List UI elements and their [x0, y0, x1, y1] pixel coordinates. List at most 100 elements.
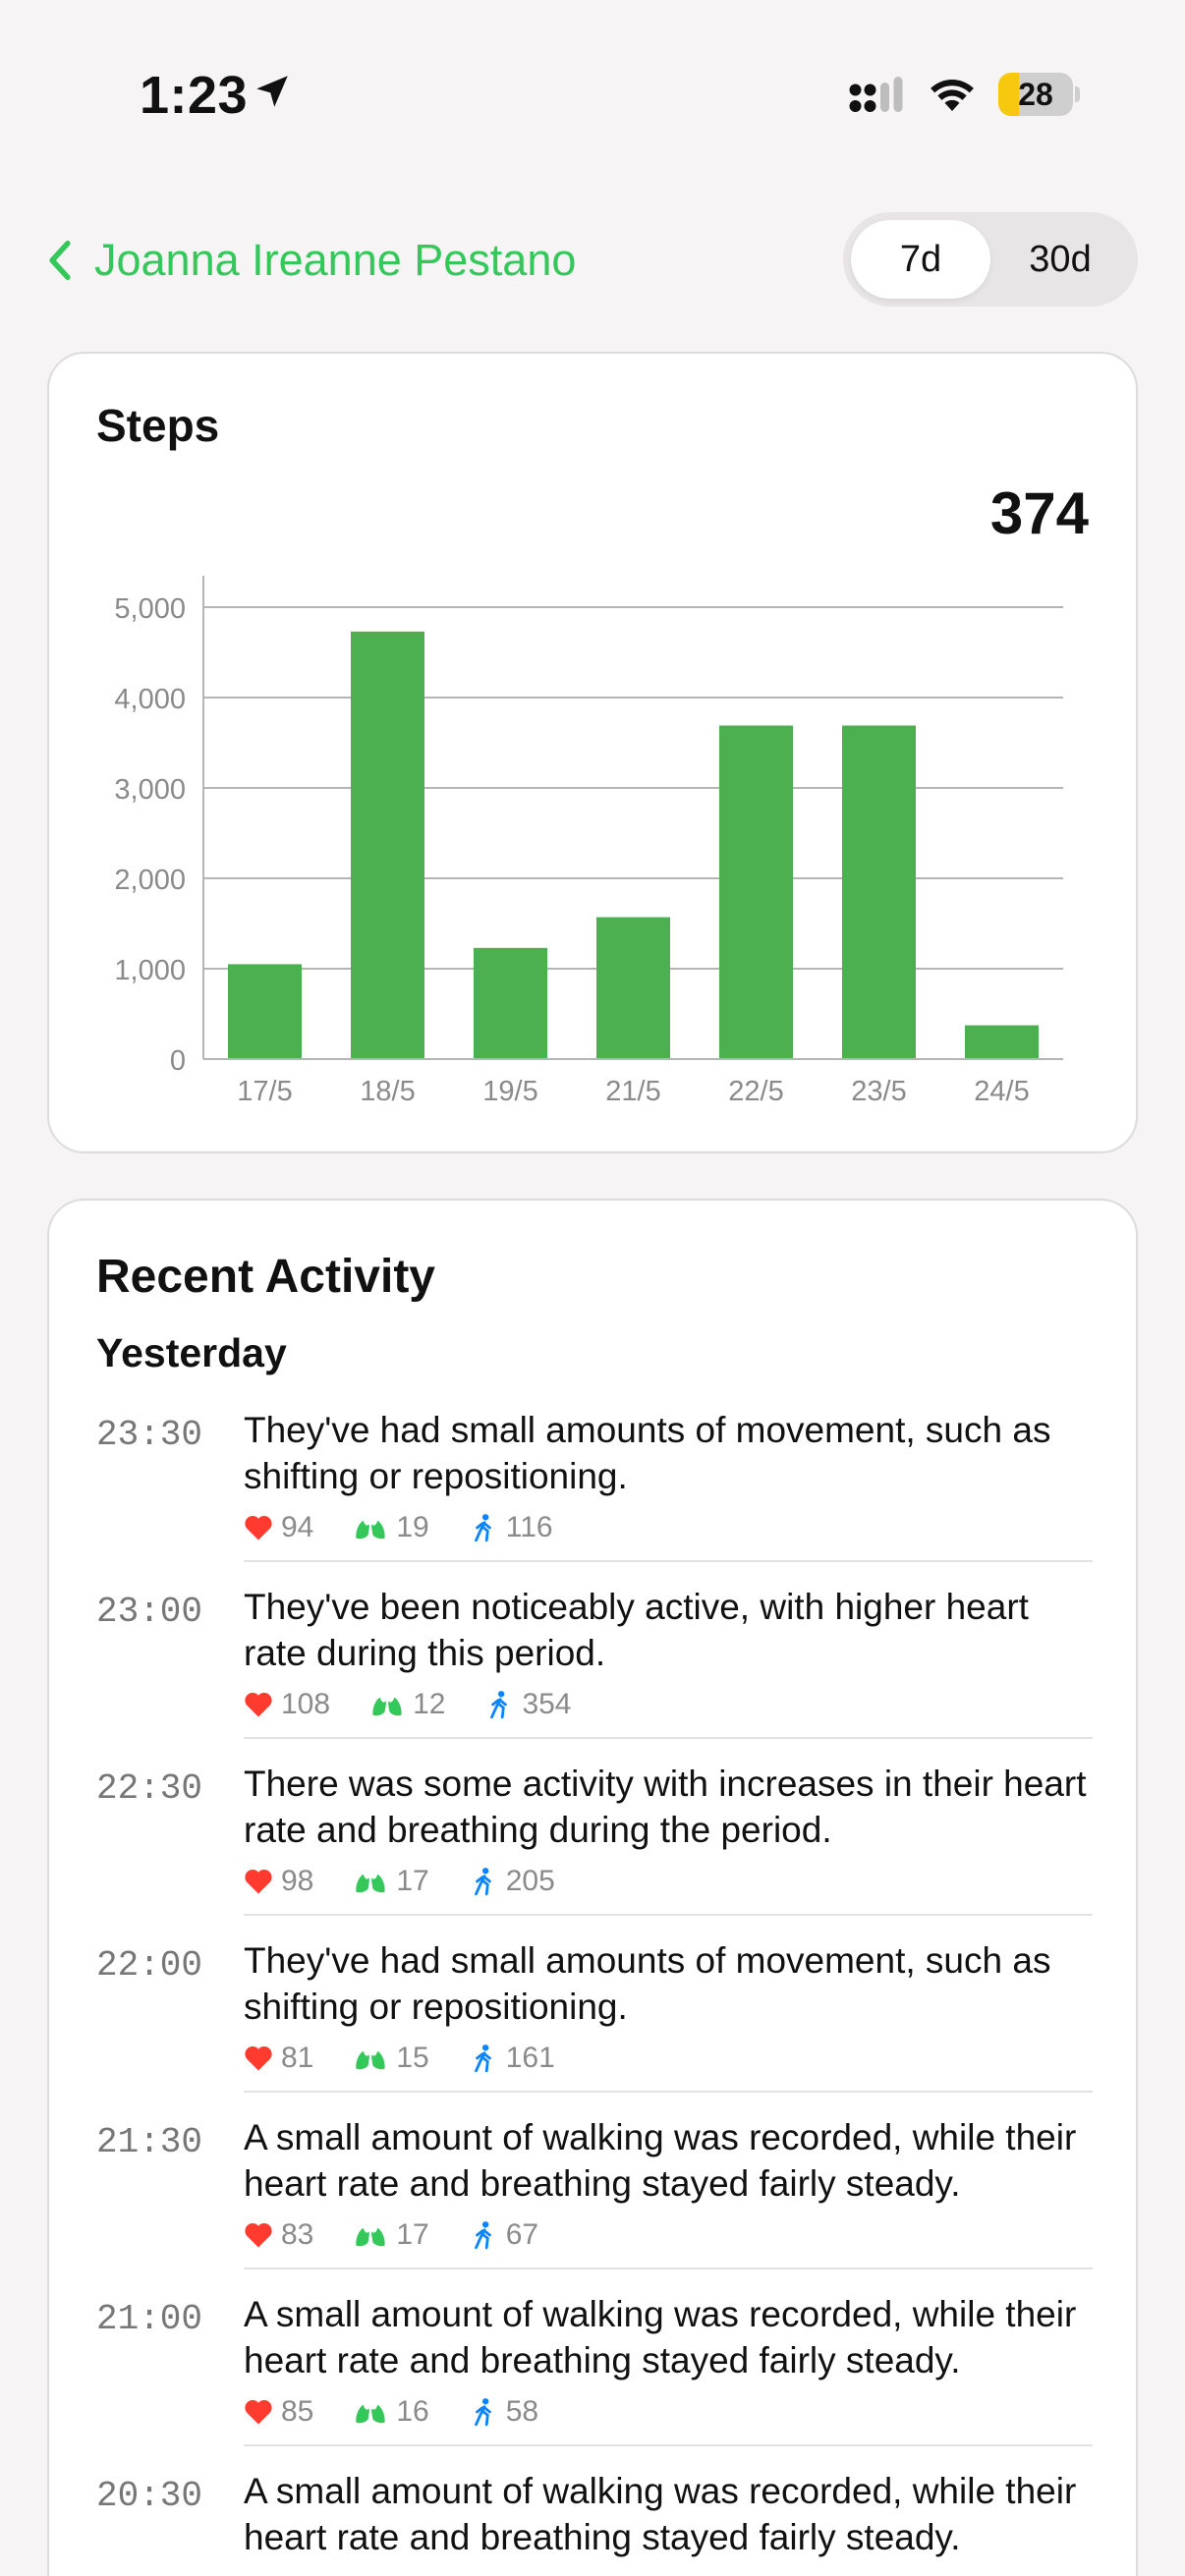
x-tick-label: 24/5: [974, 1076, 1029, 1107]
entry-body: They've been noticeably active, with hig…: [244, 1584, 1093, 1739]
bar-23-5: [842, 725, 916, 1059]
heart-rate-metric: 94: [244, 1511, 313, 1544]
entry-time: 20:30: [96, 2476, 203, 2516]
heart-rate-metric: 81: [244, 2042, 313, 2075]
entry-time: 21:30: [96, 2122, 203, 2162]
segment-7d[interactable]: 7d: [851, 220, 990, 299]
battery-percent: 28: [1018, 77, 1053, 112]
entry-description: They've had small amounts of movement, s…: [244, 1940, 1051, 2027]
heart-icon: [245, 2046, 272, 2071]
lungs-icon: [356, 2223, 386, 2247]
walking-icon: [474, 1514, 491, 1542]
activity-entry: 22:00 They've had small amounts of moveme…: [96, 1937, 1093, 2114]
cellular-signal-icon: [849, 77, 903, 112]
heart-icon: [245, 1870, 272, 1894]
steps-value: 67: [505, 2218, 539, 2251]
entry-description: A small amount of walking was recorded, …: [244, 2294, 1077, 2380]
breathing-rate-value: 17: [396, 1865, 429, 1897]
heart-icon: [245, 1516, 272, 1540]
breathing-rate-metric: 15: [353, 2042, 429, 2075]
x-tick-label: 21/5: [605, 1076, 660, 1107]
y-tick-label: 4,000: [114, 684, 186, 715]
steps-card: Steps 374 0 1,000 2,000 3,000 4,000 5,000 17/5…: [47, 352, 1138, 1153]
entry-metrics: 83 17 67: [244, 2218, 1093, 2252]
entry-body: A small amount of walking was recorded, …: [244, 2114, 1093, 2269]
steps-metric: 354: [484, 1688, 572, 1721]
entry-description: They've been noticeably active, with hig…: [244, 1587, 1029, 1673]
lungs-icon: [356, 1870, 386, 1893]
activity-entry: 21:00 A small amount of walking was recor…: [96, 2291, 1093, 2468]
heart-rate-metric: 83: [244, 2218, 313, 2252]
entry-body: They've had small amounts of movement, s…: [244, 1407, 1093, 1562]
activity-entry: 22:30 There was some activity with increa…: [96, 1761, 1093, 1937]
breathing-rate-metric: 19: [353, 1511, 429, 1544]
chevron-left-icon: [49, 240, 71, 281]
entry-time: 23:00: [96, 1592, 203, 1632]
bar-18-5: [351, 631, 424, 1059]
steps-value: 58: [505, 2395, 539, 2428]
steps-value: 205: [505, 1865, 555, 1897]
range-segmented-control: 7d 30d: [843, 212, 1138, 307]
steps-metric: 205: [469, 1865, 555, 1898]
walking-icon: [474, 1868, 491, 1896]
heart-rate-value: 83: [281, 2218, 314, 2251]
entry-metrics: 108 12 354: [244, 1688, 1093, 1721]
entry-metrics: 85 16 58: [244, 2395, 1093, 2429]
entry-time: 21:00: [96, 2299, 203, 2339]
heart-rate-metric: 108: [244, 1688, 330, 1721]
x-tick-label: 17/5: [237, 1076, 292, 1107]
entry-time: 23:30: [96, 1415, 203, 1455]
activity-day-heading: Yesterday: [96, 1330, 287, 1375]
location-arrow-icon: [256, 76, 288, 107]
bar-17-5: [228, 964, 302, 1059]
activity-title: Recent Activity: [96, 1251, 435, 1303]
steps-value: 161: [505, 2042, 555, 2074]
y-tick-label: 5,000: [114, 593, 186, 625]
lungs-icon: [356, 2400, 386, 2424]
walking-icon: [474, 2044, 491, 2073]
bar-24-5: [965, 1025, 1039, 1059]
x-tick-label: 22/5: [728, 1076, 783, 1107]
steps-value: 354: [522, 1688, 572, 1720]
entry-description: A small amount of walking was recorded, …: [244, 2117, 1077, 2204]
back-label: Joanna Ireanne Pestano: [94, 235, 577, 285]
breathing-rate-value: 19: [396, 1511, 429, 1543]
segment-30d[interactable]: 30d: [990, 220, 1130, 299]
breathing-rate-metric: 17: [353, 2218, 429, 2252]
lungs-icon: [356, 1516, 386, 1540]
entry-body: They've had small amounts of movement, s…: [244, 1937, 1093, 2093]
entry-description: They've had small amounts of movement, s…: [244, 1410, 1051, 1496]
entry-metrics: 94 19 116: [244, 1511, 1093, 1544]
heart-rate-metric: 85: [244, 2395, 313, 2429]
steps-metric: 116: [469, 1511, 553, 1544]
breathing-rate-value: 12: [413, 1688, 446, 1720]
walking-icon: [490, 1691, 508, 1719]
heart-icon: [245, 2223, 272, 2248]
y-tick-label: 3,000: [114, 774, 186, 806]
entry-body: A small amount of walking was recorded, …: [244, 2291, 1093, 2446]
y-tick-label: 0: [170, 1045, 186, 1077]
walking-icon: [474, 2398, 491, 2427]
activity-entry: 20:30 A small amount of walking was recor…: [96, 2468, 1093, 2576]
heart-rate-value: 94: [281, 1511, 314, 1543]
entry-metrics: 81 15 161: [244, 2042, 1093, 2075]
wifi-icon: [931, 80, 974, 111]
breathing-rate-metric: 16: [353, 2395, 429, 2429]
activity-entry: 23:00 They've been noticeably active, wit…: [96, 1584, 1093, 1761]
heart-rate-value: 108: [281, 1688, 331, 1720]
y-tick-label: 2,000: [114, 865, 186, 896]
entry-body: There was some activity with increases i…: [244, 1761, 1093, 1916]
activity-entry: 23:30 They've had small amounts of moveme…: [96, 1407, 1093, 1584]
heart-rate-value: 85: [281, 2395, 314, 2428]
status-time: 1:23: [140, 66, 249, 125]
bar-21-5: [596, 917, 670, 1059]
x-tick-label: 19/5: [482, 1076, 537, 1107]
back-button[interactable]: Joanna Ireanne Pestano: [45, 228, 576, 293]
heart-rate-value: 81: [281, 2042, 314, 2074]
breathing-rate-value: 15: [396, 2042, 429, 2074]
entry-description: There was some activity with increases i…: [244, 1764, 1087, 1850]
breathing-rate-value: 16: [396, 2395, 429, 2428]
entry-body: A small amount of walking was recorded, …: [244, 2468, 1093, 2576]
steps-metric: 161: [469, 2042, 555, 2075]
entry-time: 22:30: [96, 1768, 203, 1809]
